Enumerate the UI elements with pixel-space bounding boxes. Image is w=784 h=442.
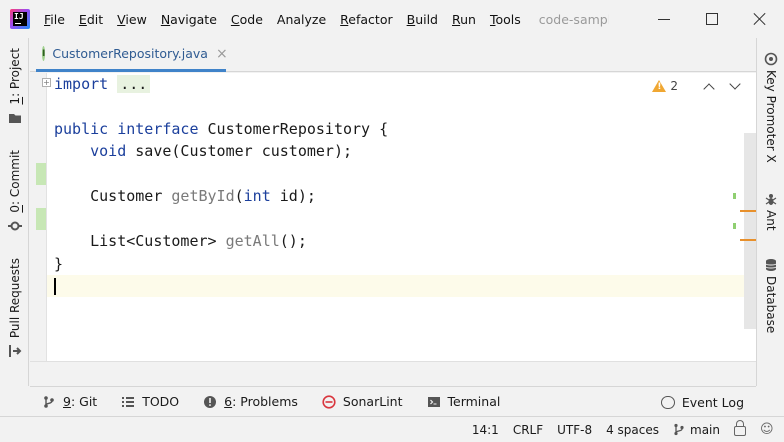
tool-terminal[interactable]: Terminal — [427, 394, 500, 409]
fold-toggle-icon[interactable]: + — [42, 78, 51, 87]
tool-todo[interactable]: TODO — [121, 394, 179, 409]
sonarlint-icon — [322, 394, 336, 409]
caret-position[interactable]: 14:1 — [472, 423, 499, 437]
vertical-scrollbar[interactable] — [744, 133, 756, 329]
menu-file[interactable]: File — [44, 12, 65, 27]
branch-icon — [674, 423, 684, 436]
next-highlight-chevron-down-icon[interactable] — [729, 78, 741, 90]
menu-bar: IJ File Edit View Navigate Code Analyze … — [0, 0, 784, 38]
maximize-button[interactable] — [688, 0, 736, 38]
warning-stripe-marker[interactable] — [740, 239, 756, 241]
close-button[interactable] — [736, 0, 784, 38]
left-tool-stripe: 1: Project 0: Commit Pull Requests — [0, 38, 29, 386]
tool-window-bar: 9: Git TODO 6: Problems SonarLint Termin… — [30, 386, 756, 416]
tool-tab-commit-label: 0: Commit — [7, 150, 22, 213]
code-line-3: public interface CustomerRepository { — [54, 120, 389, 138]
line-separator[interactable]: CRLF — [513, 423, 543, 437]
lock-icon[interactable] — [734, 420, 746, 436]
menu-edit[interactable]: Edit — [79, 12, 103, 27]
vcs-added-marker — [36, 163, 46, 185]
tool-tab-ant-label: Ant — [764, 210, 778, 231]
terminal-icon — [427, 395, 441, 409]
file-encoding[interactable]: UTF-8 — [557, 423, 592, 437]
code-line-9: } — [54, 255, 64, 273]
code-editor[interactable]: + import ... public interface CustomerRe… — [30, 73, 756, 361]
editor-tab-filename: CustomerRepository.java — [52, 46, 208, 61]
git-branch-widget[interactable]: main — [673, 423, 720, 437]
folder-icon — [8, 111, 22, 125]
code-line-6: Customer getById(int id); — [90, 187, 316, 205]
code-line-1: import ... — [54, 73, 151, 95]
warning-count: 2 — [670, 79, 678, 93]
code-line-4: void save(Customer customer); — [90, 142, 353, 160]
code-line-8: List<Customer> getAll(); — [90, 232, 307, 250]
indent-setting[interactable]: 4 spaces — [606, 423, 659, 437]
database-icon — [764, 258, 778, 272]
intellij-logo-icon[interactable]: IJ — [10, 9, 30, 29]
tool-tab-key-promoter-label: Key Promoter X — [764, 70, 778, 163]
tool-tab-ant[interactable]: Ant — [757, 192, 784, 231]
menu-code[interactable]: Code — [231, 12, 263, 27]
tool-sonarlint[interactable]: SonarLint — [322, 394, 403, 409]
warning-icon: ! — [652, 80, 667, 92]
change-stripe-marker — [733, 223, 736, 229]
tool-problems[interactable]: 6: Problems — [203, 394, 298, 409]
horizontal-scroll-area — [30, 361, 756, 386]
close-icon — [753, 12, 767, 26]
inspection-profile-icon[interactable]: ☺ — [760, 422, 774, 437]
tab-close-icon[interactable]: × — [216, 47, 228, 61]
tool-tab-pull-requests-label: Pull Requests — [7, 258, 22, 339]
tool-tab-commit[interactable]: 0: Commit — [0, 150, 29, 233]
git-branch-icon — [42, 395, 56, 409]
menu-tools[interactable]: Tools — [490, 12, 521, 27]
editor-tab-customer-repository[interactable]: I CustomerRepository.java × — [36, 38, 228, 72]
interface-file-icon: I — [42, 46, 46, 61]
maximize-icon — [706, 13, 718, 25]
tool-tab-project-label: 1: Project — [7, 48, 22, 105]
menu-view[interactable]: View — [117, 12, 147, 27]
tool-tab-project[interactable]: 1: Project — [0, 48, 29, 125]
menu-refactor[interactable]: Refactor — [340, 12, 392, 27]
vcs-added-marker — [36, 208, 46, 230]
text-cursor — [54, 278, 56, 295]
problems-icon — [203, 395, 217, 409]
tool-git[interactable]: 9: Git — [42, 394, 97, 409]
right-tool-stripe: Key Promoter X Ant Database — [756, 38, 784, 386]
status-bar: 14:1 CRLF UTF-8 4 spaces main ☺ — [0, 416, 784, 442]
project-name-hint: code-sample — [538, 11, 609, 27]
previous-highlight-chevron-up-icon[interactable] — [703, 82, 715, 95]
menu-navigate[interactable]: Navigate — [161, 12, 217, 27]
menu-run[interactable]: Run — [452, 12, 476, 27]
tool-tab-database-label: Database — [764, 276, 778, 334]
gutter-separator — [46, 73, 47, 361]
event-log-icon — [660, 395, 675, 409]
tool-tab-key-promoter[interactable]: Key Promoter X — [757, 52, 784, 163]
commit-icon — [7, 219, 22, 233]
minimize-icon — [658, 18, 670, 20]
tool-event-log[interactable]: Event Log — [660, 387, 744, 417]
editor-tab-bar: I CustomerRepository.java × — [30, 38, 756, 72]
tool-tab-pull-requests[interactable]: Pull Requests — [0, 258, 29, 358]
ant-icon — [764, 192, 778, 206]
menu-build[interactable]: Build — [407, 12, 438, 27]
todo-list-icon — [121, 395, 135, 409]
folded-imports[interactable]: ... — [117, 75, 151, 93]
pull-request-icon — [8, 344, 22, 358]
current-line-highlight — [47, 275, 756, 297]
key-promoter-icon — [764, 52, 778, 66]
inspection-widget[interactable]: ! 2 — [652, 78, 748, 95]
warning-stripe-marker[interactable] — [740, 210, 756, 212]
editor-gutter — [30, 73, 47, 361]
window-controls — [640, 0, 784, 38]
minimize-button[interactable] — [640, 0, 688, 38]
change-stripe-marker — [733, 193, 736, 199]
code-line-10 — [54, 275, 56, 297]
tool-tab-database[interactable]: Database — [757, 258, 784, 333]
menu-analyze[interactable]: Analyze — [277, 12, 326, 27]
ide-window: IJ File Edit View Navigate Code Analyze … — [0, 0, 784, 442]
